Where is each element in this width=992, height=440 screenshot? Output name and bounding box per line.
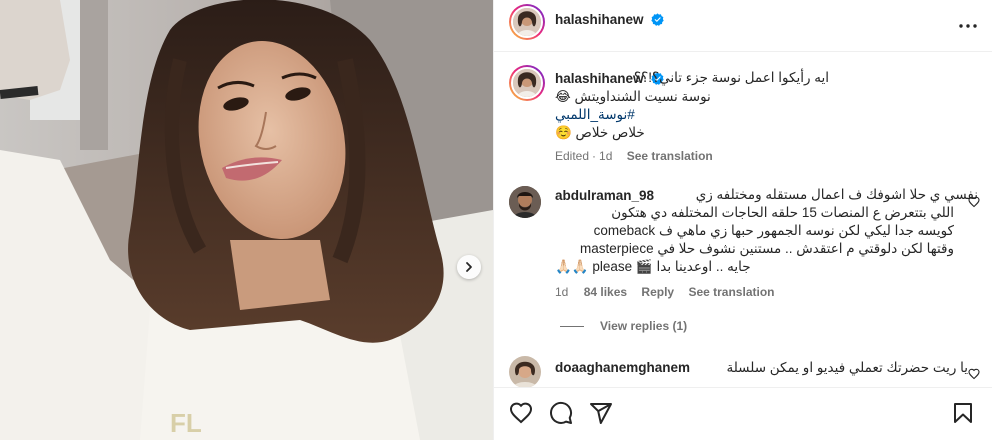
comment-see-translation[interactable]: See translation	[688, 285, 774, 299]
comment-line: جايه .. اوعدينا بدا 🎬 please 🙏🏻🙏🏻	[555, 259, 751, 274]
avatar-image	[513, 69, 541, 97]
caption-meta: Edited · 1d See translation	[555, 149, 724, 163]
share-icon[interactable]	[589, 401, 613, 425]
caption-see-translation[interactable]: See translation	[627, 149, 713, 163]
caption-line: نوسة نسيت الشنداويتش 😂	[555, 89, 711, 104]
commenter-avatar[interactable]	[509, 186, 541, 218]
comments-scroll-area[interactable]: halashihanew ايه رأيكوا اعمل نوسة جزء تا…	[494, 52, 992, 387]
comment-icon[interactable]	[549, 401, 573, 425]
post-action-bar	[494, 387, 992, 440]
post-media[interactable]: FL	[0, 0, 493, 440]
commenter-avatar[interactable]	[509, 356, 541, 387]
caption-timestamp[interactable]: 1d	[599, 149, 612, 163]
replies-divider	[560, 325, 584, 327]
comment-line: وقتها لكن دلوقتي م اعتقدش .. مستنين نشوف…	[580, 241, 954, 256]
chevron-right-icon	[466, 262, 472, 272]
comment-line: كويسه جدا ليكي لكن نوسه الجمهور حبها زي …	[593, 223, 954, 238]
comment-line: اللي بتتعرض ع المنصات 15 حلقه الحاجات ال…	[611, 205, 954, 220]
caption-line: ايه رأيكوا اعمل نوسة جزء تاني؟!؟؟	[633, 70, 829, 85]
heart-icon[interactable]	[509, 401, 533, 425]
more-horizontal-icon[interactable]	[956, 14, 980, 38]
comment-line: نفسي ي حلا اشوفك ف اعمال مستقله ومختلفه …	[695, 187, 978, 202]
verified-badge-icon	[651, 13, 664, 26]
author-username[interactable]: halashihanew	[555, 12, 644, 27]
comment-meta: 1d 84 likes Reply See translation	[555, 285, 785, 299]
comment-like-heart-icon[interactable]	[968, 196, 980, 208]
edited-label: Edited	[555, 149, 590, 163]
caption-hashtag[interactable]: #نوسة_اللمبي	[555, 106, 635, 124]
commenter-username[interactable]: doaaghanemghanem	[555, 360, 690, 375]
caption-line: خلاص خلاص ☺️	[555, 125, 645, 140]
comment-timestamp[interactable]: 1d	[555, 285, 568, 299]
comment-line: يا ريت حضرتك تعملي فيديو او يمكن سلسلة	[726, 360, 968, 375]
avatar-image	[509, 356, 541, 387]
caption-avatar[interactable]	[509, 65, 545, 101]
bookmark-icon[interactable]	[951, 401, 975, 425]
instagram-post: FL halashihanew halashihanew ايه رأيكوا …	[0, 0, 992, 440]
comment-like-heart-icon[interactable]	[968, 368, 980, 380]
comment-reply-button[interactable]: Reply	[641, 285, 674, 299]
post-photo: FL	[0, 0, 493, 440]
carousel-next-button[interactable]	[457, 255, 481, 279]
view-replies-button[interactable]: View replies (1)	[560, 319, 687, 333]
avatar-image	[513, 8, 541, 36]
caption-username[interactable]: halashihanew	[555, 71, 644, 86]
view-replies-label: View replies (1)	[600, 319, 688, 333]
meta-separator: ·	[592, 149, 597, 163]
comment-likes-count[interactable]: 84 likes	[584, 285, 627, 299]
commenter-username[interactable]: abdulraman_98	[555, 188, 654, 203]
avatar-image	[509, 186, 541, 218]
author-avatar[interactable]	[509, 4, 545, 40]
svg-text:FL: FL	[170, 408, 202, 438]
post-header: halashihanew	[494, 0, 992, 52]
post-side-panel: halashihanew halashihanew ايه رأيكوا اعم…	[493, 0, 992, 440]
